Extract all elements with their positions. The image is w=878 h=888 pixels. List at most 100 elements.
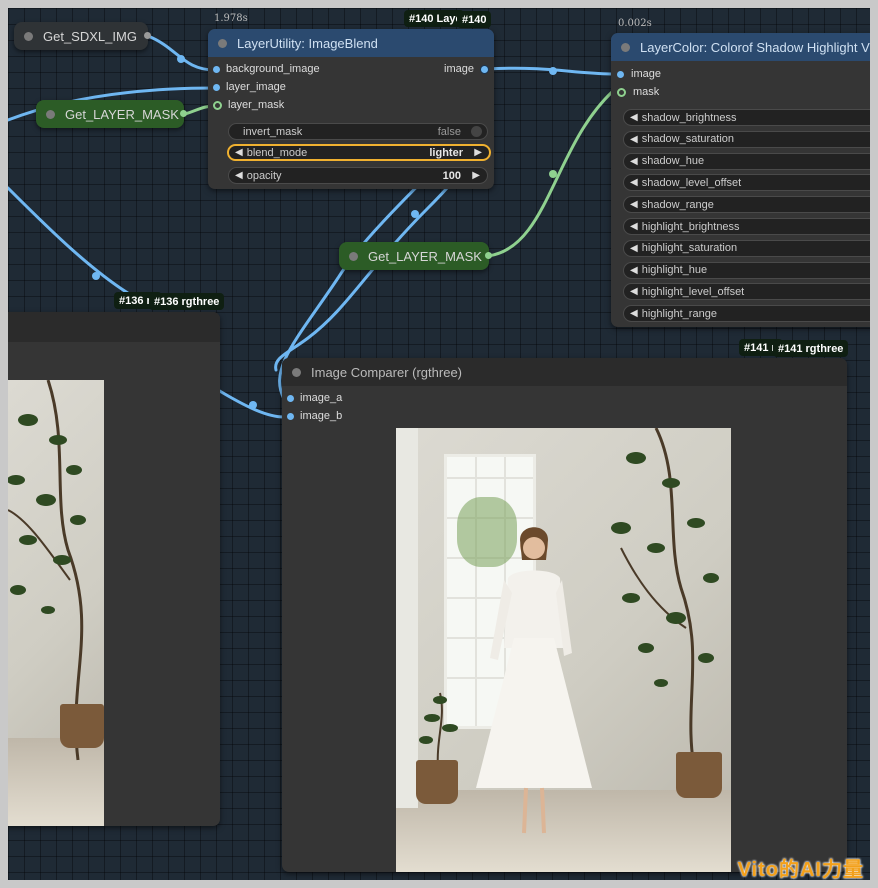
get-sdxl-img-node[interactable]: Get_SDXL_IMG	[14, 22, 151, 50]
widget-highlight-level-offset[interactable]: ◀ highlight_level_offset	[623, 283, 870, 301]
left-arrow-icon[interactable]: ◀	[630, 112, 638, 123]
widget-label: invert_mask	[243, 125, 303, 138]
left-arrow-icon[interactable]: ◀	[630, 286, 638, 297]
input-label: layer_mask	[228, 99, 285, 111]
node-graph-canvas[interactable]: Get_SDXL_IMG Get_LAYER_MASK 1.978s #140 …	[8, 8, 870, 880]
node-badge-back: #140 Laye	[404, 10, 464, 27]
comparison-image[interactable]	[396, 428, 731, 872]
widget-value: false	[437, 125, 461, 138]
input-slot[interactable]	[617, 70, 624, 78]
widget-label: highlight_hue	[641, 264, 708, 277]
get-layer-mask-node-1[interactable]: Get_LAYER_MASK	[36, 100, 187, 128]
input-slot[interactable]	[213, 65, 220, 73]
node-collapse-dot-icon[interactable]	[292, 367, 301, 377]
input-image[interactable]: image	[617, 65, 661, 83]
input-slot[interactable]	[617, 87, 626, 97]
widget-highlight-hue[interactable]: ◀ highlight_hue	[623, 261, 870, 279]
left-arrow-icon[interactable]: ◀	[630, 265, 638, 276]
get-layer-mask-node-2[interactable]: Get_LAYER_MASK	[339, 242, 492, 270]
input-layer-image[interactable]: layer_image	[213, 78, 286, 96]
input-image-a[interactable]: image_a	[287, 389, 342, 407]
right-arrow-icon[interactable]: ▶	[474, 147, 482, 158]
input-image-b[interactable]: image_b	[287, 407, 342, 425]
opacity-number[interactable]: ◀ opacity 100 ▶	[228, 167, 488, 184]
node-collapse-dot-icon[interactable]	[46, 109, 55, 119]
left-arrow-icon[interactable]: ◀	[630, 134, 638, 145]
output-slot[interactable]	[144, 32, 151, 39]
invert-mask-toggle[interactable]: invert_mask false	[228, 123, 488, 140]
left-arrow-icon[interactable]: ◀	[235, 170, 243, 181]
input-slot[interactable]	[213, 100, 222, 110]
image-blend-node[interactable]: LayerUtility: ImageBlend background_imag…	[208, 29, 494, 189]
right-arrow-icon[interactable]: ▶	[472, 170, 480, 181]
widget-label: shadow_saturation	[641, 133, 735, 146]
plant-illustration	[8, 380, 86, 761]
widget-shadow-brightness[interactable]: ◀ shadow_brightness	[623, 109, 870, 126]
output-slot[interactable]	[485, 252, 492, 259]
widget-shadow-hue[interactable]: ◀ shadow_hue	[623, 152, 870, 170]
input-mask[interactable]: mask	[617, 83, 659, 101]
widget-label: highlight_range	[641, 307, 717, 320]
input-label: image_a	[300, 392, 343, 404]
node-id-badge: #136 rgthree	[149, 293, 225, 310]
node-title-bar[interactable]: LayerColor: Colorof Shadow Highlight V2	[611, 33, 870, 61]
left-arrow-icon[interactable]: ◀	[630, 199, 638, 210]
widget-shadow-level-offset[interactable]: ◀ shadow_level_offset	[623, 174, 870, 192]
image-comparer-node-141[interactable]: Image Comparer (rgthree) image_a image_b	[282, 358, 847, 872]
widget-shadow-saturation[interactable]: ◀ shadow_saturation	[623, 130, 870, 148]
input-label: mask	[633, 86, 660, 98]
widget-shadow-range[interactable]: ◀ shadow_range	[623, 196, 870, 214]
widget-label: shadow_level_offset	[641, 176, 742, 189]
node-title-bar[interactable]: Image Comparer (rgthree)	[282, 358, 847, 386]
image-comparer-node-136[interactable]	[8, 312, 220, 826]
widget-label: shadow_hue	[641, 155, 705, 168]
widget-highlight-range[interactable]: ◀ highlight_range	[623, 305, 870, 323]
widget-label: blend_mode	[246, 146, 308, 159]
widget-label: shadow_range	[641, 198, 714, 211]
input-label: layer_image	[226, 81, 286, 93]
wire-mask2-to-color	[486, 90, 614, 258]
wire-blend-to-color	[484, 66, 614, 76]
input-slot[interactable]	[213, 83, 220, 91]
output-slot[interactable]	[480, 64, 489, 74]
left-arrow-icon[interactable]: ◀	[630, 221, 638, 232]
input-slot[interactable]	[287, 412, 294, 420]
widget-highlight-brightness[interactable]: ◀ highlight_brightness	[623, 218, 870, 235]
toggle-icon[interactable]	[471, 126, 482, 137]
input-label: image	[631, 68, 661, 80]
blend-mode-combo[interactable]: ◀ blend_mode lighter ▶	[227, 144, 491, 161]
widget-label: highlight_saturation	[641, 242, 738, 255]
left-arrow-icon[interactable]: ◀	[630, 243, 638, 254]
widget-label: opacity	[246, 169, 282, 182]
wire-left-to-136	[8, 186, 145, 304]
input-label: image_b	[300, 410, 343, 422]
input-layer-mask[interactable]: layer_mask	[213, 96, 284, 114]
exec-time: 1.978s	[214, 13, 248, 24]
widget-highlight-saturation[interactable]: ◀ highlight_saturation	[623, 239, 870, 257]
node-id-badge: #140	[457, 11, 492, 28]
node-id-badge: #141 rgthree	[773, 340, 849, 357]
node-collapse-dot-icon[interactable]	[349, 251, 358, 261]
left-arrow-icon[interactable]: ◀	[630, 177, 638, 188]
output-image[interactable]: image	[444, 60, 489, 78]
scene-illustration	[419, 428, 719, 834]
node-collapse-dot-icon[interactable]	[24, 31, 33, 41]
node-collapse-dot-icon[interactable]	[218, 38, 227, 48]
left-arrow-icon[interactable]: ◀	[235, 147, 243, 158]
input-slot[interactable]	[287, 394, 294, 402]
wire-136-to-comparer-b	[216, 388, 286, 419]
node-title: LayerColor: Colorof Shadow Highlight V2	[640, 39, 870, 55]
left-arrow-icon[interactable]: ◀	[630, 156, 638, 167]
node-collapse-dot-icon[interactable]	[621, 42, 630, 52]
node-title: LayerUtility: ImageBlend	[237, 35, 378, 51]
left-arrow-icon[interactable]: ◀	[630, 308, 638, 319]
input-background-image[interactable]: background_image	[213, 60, 320, 78]
color-shadow-highlight-node[interactable]: LayerColor: Colorof Shadow Highlight V2 …	[611, 33, 870, 327]
exec-time: 0.002s	[618, 18, 652, 29]
node-title-bar[interactable]: LayerUtility: ImageBlend	[208, 29, 494, 57]
wire-sdxl-to-background	[146, 34, 217, 72]
node-title-bar[interactable]	[8, 312, 220, 342]
preview-image	[8, 380, 104, 826]
widget-value: 100	[442, 169, 461, 182]
output-slot[interactable]	[180, 110, 187, 117]
